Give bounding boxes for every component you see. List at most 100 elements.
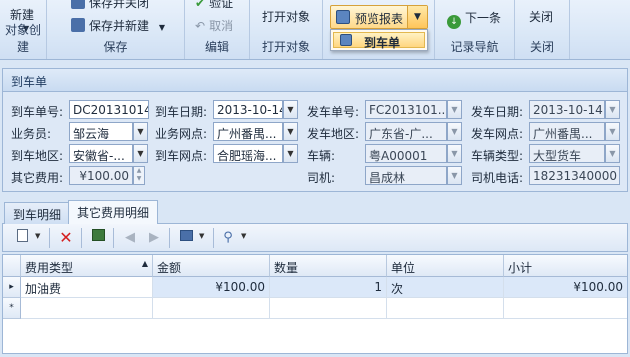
dispatch-date-field[interactable]: 2013-10-14	[529, 100, 605, 119]
new-row-cell[interactable]	[153, 298, 270, 319]
preview-report-dropdown-arrow[interactable]: ▼	[407, 6, 427, 28]
dispatch-no-field[interactable]: FC2013101...	[365, 100, 447, 119]
audit-label: 验证	[209, 0, 234, 10]
toolbar-separator	[169, 228, 170, 248]
tab-other-cost-detail[interactable]: 其它费用明细	[68, 200, 159, 225]
group-edit: ✔ 验证 ↶ 取消 编辑	[185, 0, 250, 59]
preview-report-menu: 到车单	[330, 29, 428, 51]
other-cost-spinner[interactable]: ▲ ▼	[133, 166, 145, 185]
driver-field[interactable]: 昌成林	[365, 166, 447, 185]
close-button[interactable]: 关闭	[529, 8, 553, 25]
new-row-cell[interactable]	[21, 298, 153, 319]
new-row-icon[interactable]	[13, 229, 31, 247]
next-record-button[interactable]: ↓ 下一条	[447, 9, 501, 29]
save-new-button[interactable]: 保存并新建 ▼	[71, 17, 165, 34]
group-save: 保存并关闭 保存并新建 ▼ 保存	[47, 0, 185, 59]
open-object-button[interactable]: 打开对象	[262, 8, 310, 25]
dispatch-outlet-label: 发车网点:	[471, 127, 524, 141]
dispatch-no-dropdown-arrow[interactable]: ▼	[447, 100, 462, 119]
group-label-edit: 编辑	[204, 40, 229, 54]
cell-unit[interactable]: 次	[387, 277, 504, 298]
toolbar-separator	[49, 228, 50, 248]
new-row-dropdown-arrow[interactable]: ▼	[35, 232, 40, 240]
dispatch-outlet-dropdown-arrow[interactable]: ▼	[605, 122, 620, 141]
save-close-label: 保存并关闭	[89, 0, 150, 10]
current-row-indicator[interactable]: ▸	[3, 277, 21, 298]
toolbar-separator	[213, 228, 214, 248]
biz-outlet-label: 业务网点:	[155, 127, 208, 141]
save-close-button[interactable]: 保存并关闭	[71, 0, 149, 11]
save-grid-icon[interactable]	[89, 229, 107, 247]
delete-icon[interactable]: ✕	[57, 229, 75, 247]
salesman-dropdown-arrow[interactable]: ▼	[133, 122, 148, 141]
vehicle-type-field[interactable]: 大型货车	[529, 144, 605, 163]
column-header-unit[interactable]: 单位	[387, 255, 504, 277]
tab-arrival-detail[interactable]: 到车明细	[4, 202, 71, 224]
dispatch-date-label: 发车日期:	[471, 105, 524, 119]
vehicle-label: 车辆:	[307, 149, 336, 163]
next-label: 下一条	[465, 11, 502, 25]
arrival-date-dropdown-arrow[interactable]: ▼	[283, 100, 298, 119]
column-header-cost-type[interactable]: 费用类型 ▲	[21, 255, 153, 277]
vehicle-type-dropdown-arrow[interactable]: ▼	[605, 144, 620, 163]
cell-quantity[interactable]: 1	[270, 277, 387, 298]
arrival-no-field[interactable]: DC20131014	[69, 100, 149, 119]
new-row-cell[interactable]	[387, 298, 504, 319]
group-label-record-nav: 记录导航	[450, 40, 499, 54]
dispatch-no-label: 发车单号:	[307, 105, 360, 119]
column-header-amount[interactable]: 金额	[153, 255, 270, 277]
print-icon[interactable]	[177, 229, 195, 247]
other-cost-label: 其它费用:	[11, 171, 64, 185]
search-icon[interactable]: ⚲	[219, 229, 237, 247]
cell-subtotal[interactable]: ¥100.00	[504, 277, 627, 298]
search-dropdown-arrow[interactable]: ▼	[241, 232, 246, 240]
vehicle-type-label: 车辆类型:	[471, 149, 524, 163]
cell-cost-type[interactable]: 加油费	[21, 277, 153, 298]
dispatch-area-field[interactable]: 广东省-广...	[365, 122, 447, 141]
other-cost-field[interactable]: ¥100.00	[69, 166, 133, 185]
vehicle-dropdown-arrow[interactable]: ▼	[447, 144, 462, 163]
driver-phone-field[interactable]: 18231340000	[529, 166, 620, 185]
arrival-outlet-field[interactable]: 合肥瑶海...	[213, 144, 283, 163]
column-header-subtotal[interactable]: 小计	[504, 255, 627, 277]
sort-ascending-icon: ▲	[141, 259, 148, 268]
arrival-area-field[interactable]: 安徽省-...	[69, 144, 133, 163]
dispatch-area-dropdown-arrow[interactable]: ▼	[447, 122, 462, 141]
dispatch-outlet-field[interactable]: 广州番禺...	[529, 122, 605, 141]
grid-toolbar: ▼ ✕ ◀ ▶ ▼ ⚲ ▼	[2, 224, 628, 252]
save-new-dropdown-arrow[interactable]: ▼	[159, 23, 165, 32]
driver-label: 司机:	[307, 171, 336, 185]
report-icon	[340, 34, 352, 46]
group-label-close: 关闭	[529, 40, 554, 54]
arrival-outlet-dropdown-arrow[interactable]: ▼	[283, 144, 298, 163]
cancel-button[interactable]: ↶ 取消	[195, 17, 233, 34]
cost-grid: 费用类型 ▲ 金额 数量 单位 小计 ▸ 加油费 ¥100.00 1 次 ¥10…	[2, 254, 628, 354]
biz-outlet-field[interactable]: 广州番禺...	[213, 122, 283, 141]
group-object-create: 新建 ▼ 对象创建	[0, 0, 47, 59]
menu-item-arrival-report[interactable]: 到车单	[333, 32, 425, 50]
arrival-date-field[interactable]: 2013-10-14	[213, 100, 283, 119]
new-row-cell[interactable]	[504, 298, 627, 319]
new-row-cell[interactable]	[270, 298, 387, 319]
column-header-quantity[interactable]: 数量	[270, 255, 387, 277]
group-open-object: 打开对象 打开对象	[250, 0, 323, 59]
print-dropdown-arrow[interactable]: ▼	[199, 232, 204, 240]
dispatch-date-dropdown-arrow[interactable]: ▼	[605, 100, 620, 119]
preview-report-button[interactable]: 预览报表 ▼	[330, 5, 428, 29]
biz-outlet-dropdown-arrow[interactable]: ▼	[283, 122, 298, 141]
group-label-object-create: 对象创建	[4, 23, 41, 54]
arrival-no-label: 到车单号:	[11, 105, 64, 119]
vehicle-field[interactable]: 粤A00001	[365, 144, 447, 163]
driver-dropdown-arrow[interactable]: ▼	[447, 166, 462, 185]
menu-item-label: 到车单	[364, 36, 401, 50]
audit-button[interactable]: ✔ 验证	[195, 0, 233, 11]
next-icon[interactable]: ▶	[145, 229, 163, 247]
new-row-indicator[interactable]: *	[3, 298, 21, 319]
salesman-field[interactable]: 邹云海	[69, 122, 133, 141]
cancel-label: 取消	[209, 19, 234, 33]
cell-amount[interactable]: ¥100.00	[153, 277, 270, 298]
arrival-area-dropdown-arrow[interactable]: ▼	[133, 144, 148, 163]
previous-icon[interactable]: ◀	[121, 229, 139, 247]
detail-tabs: 到车明细 其它费用明细	[2, 200, 628, 225]
toolbar-separator	[113, 228, 114, 248]
